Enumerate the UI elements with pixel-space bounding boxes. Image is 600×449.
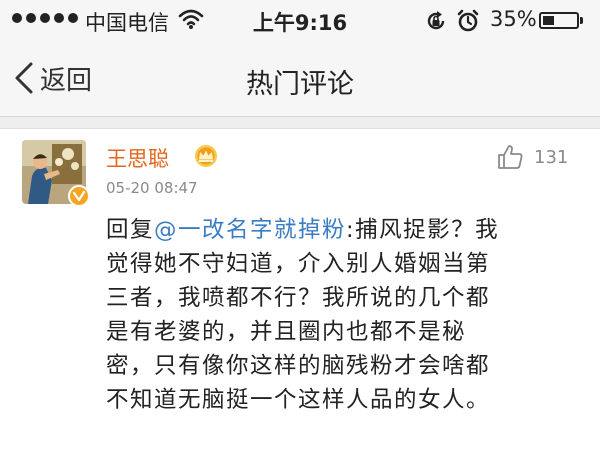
comment-line: 是有老婆的，并且圈内也都不是秘 [106, 319, 467, 345]
comment-timestamp: 05-20 08:47 [106, 179, 198, 197]
comment-line: 密，只有像你这样的脑残粉才会啥都 [106, 353, 491, 379]
comment-line: 觉得她不守妇道，介入别人婚姻当第 [106, 251, 491, 277]
battery-tip [580, 17, 583, 24]
back-label: 返回 [40, 65, 93, 96]
verified-v-icon [73, 191, 85, 201]
comment-text: 回复@一改名字就掉粉:捕风捉影？我 觉得她不守妇道，介入别人婚姻当第 三者，我喷… [106, 213, 576, 417]
verified-badge [68, 185, 90, 207]
battery-icon [539, 12, 579, 29]
status-bar: 中国电信 上午9:16 35% [0, 0, 600, 40]
navigation-bar: 返回 热门评论 [0, 40, 600, 117]
comment-line: 三者，我喷都不行？我所说的几个都 [106, 285, 491, 311]
vip-crown-icon [195, 145, 217, 167]
back-button[interactable]: 返回 [14, 58, 92, 98]
comment-card: 王思聪 05-20 08:47 131 回复@一改名字就掉粉:捕风捉影？我 觉得… [0, 129, 600, 449]
rotation-lock-icon [427, 11, 445, 30]
battery-fill [543, 16, 554, 25]
author-name[interactable]: 王思聪 [106, 143, 169, 173]
wifi-icon [178, 9, 204, 29]
comment-line: :捕风捉影？我 [346, 217, 500, 243]
like-button[interactable]: 131 [496, 143, 568, 171]
section-divider [0, 117, 600, 129]
avatar-container[interactable] [22, 140, 90, 207]
alarm-icon [457, 9, 479, 32]
signal-dots-icon [12, 13, 78, 23]
comment-line: 不知道无脑挺一个这样人品的女人。 [106, 387, 491, 413]
thumbs-up-icon [498, 145, 523, 169]
reply-prefix: 回复 [106, 217, 155, 243]
chevron-left-icon [15, 62, 33, 94]
battery-percent: 35% [490, 7, 537, 31]
carrier-label: 中国电信 [85, 11, 169, 35]
like-count: 131 [534, 146, 569, 168]
mention-link[interactable]: @一改名字就掉粉 [154, 217, 346, 243]
